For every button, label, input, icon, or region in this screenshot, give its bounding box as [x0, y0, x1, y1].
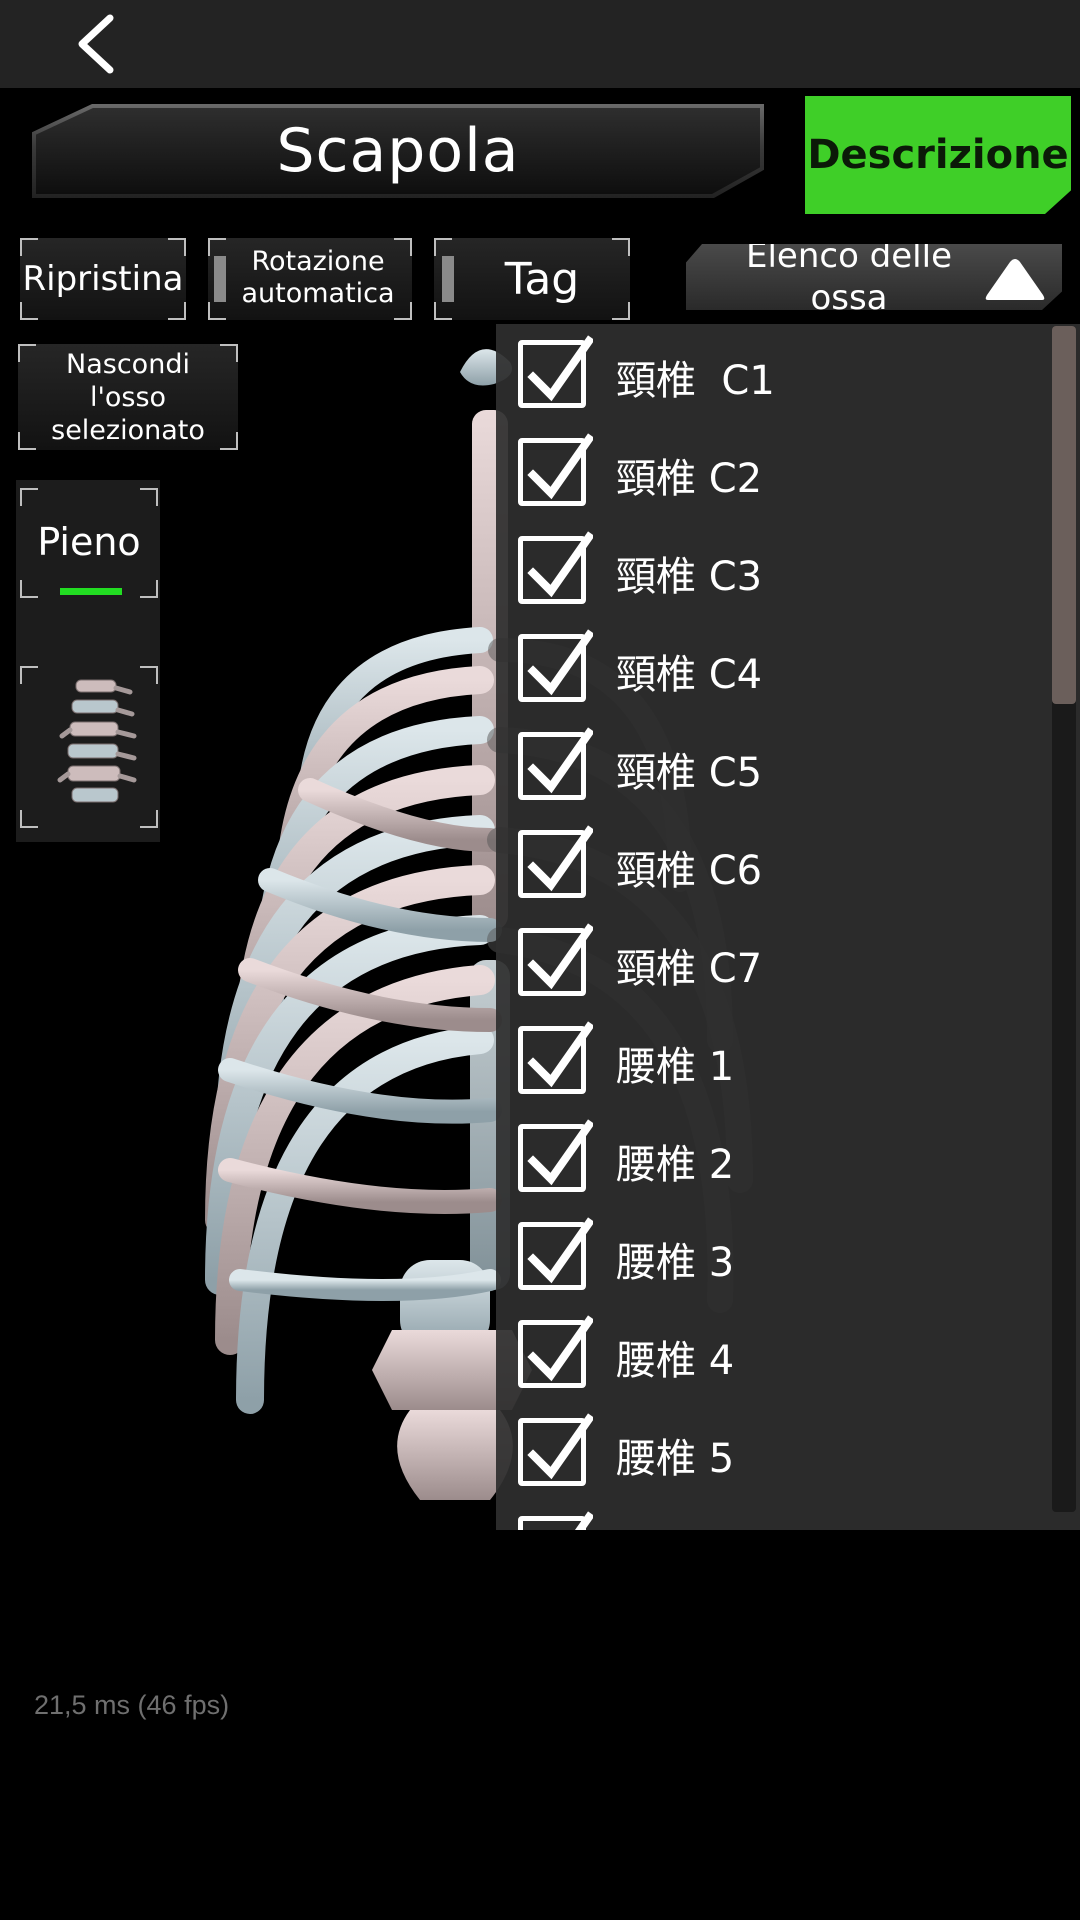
- bone-list-item[interactable]: 頸椎 C5: [496, 718, 1036, 816]
- tag-button[interactable]: Tag: [434, 238, 630, 320]
- bone-list-item[interactable]: 頸椎 C1: [496, 326, 1036, 424]
- bone-list-item-label: 頸椎 C6: [616, 848, 763, 894]
- checkbox-checked-icon[interactable]: [518, 531, 593, 604]
- checkbox-checked-icon[interactable]: [518, 1315, 593, 1388]
- bone-list-item[interactable]: 頸椎 C3: [496, 522, 1036, 620]
- checkbox-checked-icon[interactable]: [518, 825, 593, 898]
- bone-list-item-label: 頸椎 C7: [616, 946, 763, 992]
- bone-list-item[interactable]: 頸椎 C4: [496, 620, 1036, 718]
- auto-rotate-label: Rotazione automatica: [241, 246, 395, 309]
- checkbox-checked-icon[interactable]: [518, 629, 593, 702]
- auto-rotate-button[interactable]: Rotazione automatica: [208, 238, 412, 320]
- tag-toggle-indicator: [442, 256, 454, 302]
- spine-thumbnail-button[interactable]: [20, 666, 158, 828]
- checkbox-checked-icon[interactable]: [518, 433, 593, 506]
- checkbox-checked-icon[interactable]: [518, 335, 593, 408]
- bone-list-item[interactable]: 腰椎 1: [496, 1012, 1036, 1110]
- view-mode-button[interactable]: Pieno: [20, 488, 158, 598]
- bone-list-item[interactable]: 腰椎 3: [496, 1208, 1036, 1306]
- bone-list-item-label: 頸椎 C5: [616, 750, 763, 796]
- title-plate: Scapola: [32, 104, 764, 198]
- bone-list-item-label: 腰椎 5: [616, 1436, 735, 1482]
- bone-list-panel[interactable]: 頸椎 C1 頸椎 C2 頸椎 C3 頸椎 C4 頸椎 C5 頸椎 C6 頸椎 C7 腰椎 1 腰…: [496, 324, 1080, 1530]
- reset-button[interactable]: Ripristina: [20, 238, 186, 320]
- checkbox-checked-icon[interactable]: [518, 1413, 593, 1486]
- checkbox-checked-icon[interactable]: [518, 727, 593, 800]
- tag-label: Tag: [504, 253, 580, 305]
- bone-list-item-label: 頸椎 C1: [616, 358, 775, 404]
- bone-list-label: Elenco delle ossa: [745, 236, 952, 318]
- bone-list-item[interactable]: 頸椎 C2: [496, 424, 1036, 522]
- bone-list-item-label: 胸椎 T1: [616, 1524, 771, 1530]
- bone-list-item[interactable]: 頸椎 C6: [496, 816, 1036, 914]
- bone-list-item-label: 頸椎 C2: [616, 456, 763, 502]
- view-mode-active-indicator: [60, 588, 122, 595]
- bone-list-dropdown[interactable]: Elenco delle ossa: [686, 244, 1062, 310]
- auto-rotate-toggle-indicator: [214, 256, 226, 302]
- top-bar: [0, 0, 1080, 88]
- fps-readout: 21,5 ms (46 fps): [34, 1690, 230, 1720]
- bone-list-item[interactable]: 頸椎 C7: [496, 914, 1036, 1012]
- view-mode-label: Pieno: [37, 520, 141, 564]
- bone-list-item[interactable]: 腰椎 5: [496, 1404, 1036, 1502]
- checkbox-checked-icon[interactable]: [518, 1119, 593, 1192]
- bone-list-item-label: 頸椎 C4: [616, 652, 763, 698]
- checkbox-checked-icon[interactable]: [518, 923, 593, 996]
- bone-list-item-label: 腰椎 3: [616, 1240, 735, 1286]
- bone-list-item-label: 腰椎 4: [616, 1338, 735, 1384]
- bone-list-item-label: 腰椎 1: [616, 1044, 735, 1090]
- bone-list-item[interactable]: 腰椎 4: [496, 1306, 1036, 1404]
- page-title: Scapola: [36, 108, 760, 194]
- description-button[interactable]: Descrizione: [805, 96, 1071, 214]
- reset-label: Ripristina: [22, 259, 184, 299]
- bone-list-item[interactable]: 腰椎 2: [496, 1110, 1036, 1208]
- back-icon[interactable]: [72, 12, 126, 76]
- checkbox-checked-icon[interactable]: [518, 1217, 593, 1290]
- spine-thumbnail-icon: [57, 679, 137, 803]
- bone-list-item-label: 頸椎 C3: [616, 554, 763, 600]
- chevron-up-icon: [982, 256, 1048, 306]
- bone-list-scrollbar-thumb[interactable]: [1052, 326, 1076, 704]
- bone-list-item-label: 腰椎 2: [616, 1142, 735, 1188]
- checkbox-checked-icon[interactable]: [518, 1021, 593, 1094]
- bone-list-item[interactable]: 胸椎 T1: [496, 1502, 1036, 1530]
- checkbox-checked-icon[interactable]: [518, 1511, 593, 1530]
